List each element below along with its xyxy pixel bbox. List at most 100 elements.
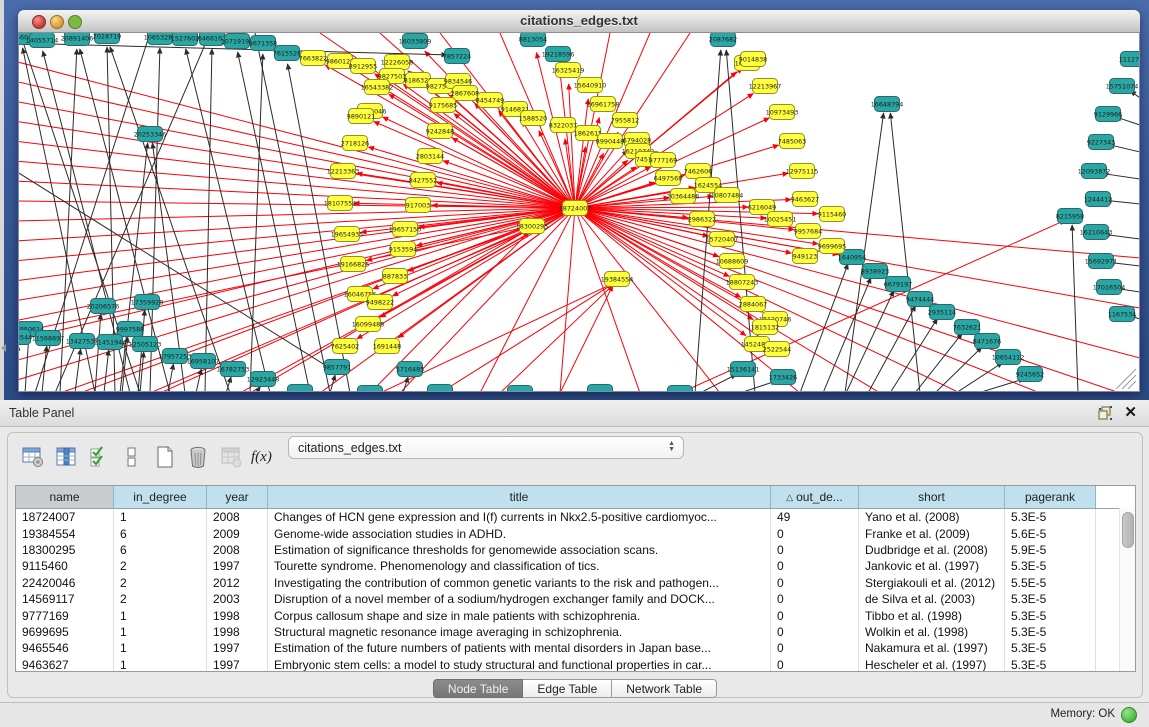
network-node[interactable]: 16961758 bbox=[587, 97, 620, 112]
network-node[interactable]: 1815132 bbox=[751, 320, 779, 335]
network-window[interactable]: citations_edges.txt 15660451405571420891… bbox=[18, 10, 1140, 392]
network-node[interactable]: 7857224 bbox=[443, 49, 471, 64]
network-node[interactable]: 7632621 bbox=[953, 320, 981, 335]
network-node[interactable]: 3913544 bbox=[19, 330, 32, 345]
column-header-in_degree[interactable]: in_degree bbox=[114, 486, 207, 508]
network-node[interactable]: 7663822 bbox=[299, 51, 327, 66]
network-node[interactable]: 20206576 bbox=[87, 299, 120, 314]
network-node[interactable]: 19218596 bbox=[542, 47, 575, 62]
network-node[interactable]: 12923448 bbox=[247, 372, 280, 387]
network-node[interactable]: 887833 bbox=[383, 269, 408, 284]
node-table[interactable]: namein_degreeyeartitle△out_de...shortpag… bbox=[15, 485, 1136, 672]
network-node[interactable]: 8215958 bbox=[1056, 209, 1084, 224]
table-row[interactable]: 1830029562008Estimation of significance … bbox=[16, 542, 1135, 558]
table-row[interactable]: 1872400712008Changes of HCN gene express… bbox=[16, 509, 1135, 525]
column-header-out_de[interactable]: △out_de... bbox=[771, 486, 859, 508]
network-node[interactable]: 1588520 bbox=[519, 111, 547, 126]
tab-edge-table[interactable]: Edge Table bbox=[523, 679, 612, 698]
scrollbar-thumb[interactable] bbox=[1122, 512, 1134, 548]
table-row[interactable]: 946362711997Embryonic stem cells: a mode… bbox=[16, 657, 1135, 672]
network-node[interactable]: 9890121 bbox=[347, 109, 375, 124]
memory-ok-indicator[interactable] bbox=[1121, 707, 1137, 723]
network-node[interactable]: 15720407 bbox=[706, 232, 739, 247]
table-mode-icon[interactable] bbox=[20, 445, 46, 469]
network-node[interactable]: 949123 bbox=[793, 249, 818, 264]
network-node[interactable]: 2884067 bbox=[739, 297, 767, 312]
resize-grip-icon[interactable] bbox=[1116, 369, 1136, 389]
network-node[interactable]: 16325419 bbox=[552, 63, 585, 78]
network-node[interactable]: 9014838 bbox=[739, 52, 767, 67]
network-node[interactable]: 9153594 bbox=[389, 242, 417, 257]
network-node[interactable]: 19384554 bbox=[601, 272, 634, 287]
network-node-hub[interactable]: 18724007 bbox=[559, 201, 592, 216]
network-node[interactable]: 20364486 bbox=[667, 189, 700, 204]
network-node[interactable]: 17359928 bbox=[131, 295, 164, 310]
network-node[interactable]: 2935114 bbox=[928, 305, 956, 320]
network-node[interactable]: 1112734 bbox=[1119, 52, 1139, 67]
network-node[interactable]: 12093872 bbox=[1078, 164, 1111, 179]
network-node[interactable]: 12975115 bbox=[786, 164, 819, 179]
network-node[interactable]: 9777169 bbox=[649, 153, 677, 168]
network-node[interactable]: 16033809 bbox=[399, 34, 432, 49]
delete-table-icon[interactable] bbox=[218, 445, 244, 469]
network-node[interactable]: 8813054 bbox=[519, 33, 547, 47]
network-node[interactable]: 1167534 bbox=[1108, 307, 1136, 322]
float-panel-icon[interactable] bbox=[1098, 406, 1113, 421]
network-graph[interactable]: 1566045140557142089140620287191065328715… bbox=[19, 33, 1139, 391]
network-node[interactable]: 8427552 bbox=[409, 173, 437, 188]
network-node[interactable]: 8990448 bbox=[596, 134, 624, 149]
network-node[interactable]: 15692971 bbox=[1085, 254, 1118, 269]
network-node[interactable]: 9957684 bbox=[794, 224, 822, 239]
network-node[interactable]: 18107554 bbox=[324, 196, 357, 211]
column-header-name[interactable]: name bbox=[16, 486, 114, 508]
network-node[interactable]: 2718126 bbox=[341, 136, 369, 151]
network-node[interactable]: 15136141 bbox=[727, 362, 760, 377]
tab-network-table[interactable]: Network Table bbox=[612, 679, 717, 698]
network-node[interactable]: 2986322 bbox=[688, 212, 716, 227]
network-node[interactable]: 9671358 bbox=[249, 36, 277, 51]
show-columns-icon[interactable] bbox=[53, 445, 79, 469]
table-row[interactable]: 969969511998Structural magnetic resonanc… bbox=[16, 624, 1135, 640]
network-node[interactable]: 9242848 bbox=[426, 124, 454, 139]
network-node[interactable]: 9463627 bbox=[791, 192, 819, 207]
network-node[interactable]: 7485063 bbox=[778, 134, 806, 149]
network-node[interactable]: 16099488 bbox=[352, 317, 385, 332]
column-header-title[interactable]: title bbox=[268, 486, 771, 508]
network-node[interactable]: 19654935 bbox=[331, 227, 364, 242]
network-node[interactable]: 8938923 bbox=[861, 264, 889, 279]
column-header-short[interactable]: short bbox=[859, 486, 1005, 508]
network-node[interactable] bbox=[358, 386, 383, 392]
network-node[interactable]: 12226058 bbox=[381, 55, 414, 70]
network-node[interactable] bbox=[668, 386, 693, 392]
network-node[interactable]: 16543382 bbox=[361, 80, 394, 95]
network-node[interactable]: 2087682 bbox=[709, 33, 737, 47]
network-node[interactable]: 917003 bbox=[406, 198, 431, 213]
network-node[interactable]: 16782753 bbox=[217, 362, 250, 377]
table-row[interactable]: 977716911998Corpus callosum shape and si… bbox=[16, 607, 1135, 623]
network-node[interactable]: 1244412 bbox=[1084, 192, 1112, 207]
function-builder-icon[interactable]: f(x) bbox=[251, 449, 272, 466]
collapse-panel-arrow-icon[interactable] bbox=[1, 344, 6, 352]
network-node[interactable]: 2522544 bbox=[763, 342, 791, 357]
network-node[interactable]: 9498222 bbox=[366, 295, 394, 310]
network-node[interactable] bbox=[428, 385, 453, 392]
network-node[interactable]: 16958107 bbox=[187, 354, 220, 369]
network-node[interactable]: 9115460 bbox=[818, 207, 846, 222]
network-node[interactable]: 12505123 bbox=[129, 337, 162, 352]
network-node[interactable]: 16210643 bbox=[1080, 225, 1113, 240]
network-node[interactable]: 9245652 bbox=[1016, 367, 1044, 382]
table-row[interactable]: 946554611997Estimation of the future num… bbox=[16, 640, 1135, 656]
network-node[interactable]: 12213967 bbox=[749, 79, 782, 94]
table-row[interactable]: 2242004622012Investigating the contribut… bbox=[16, 575, 1135, 591]
table-row[interactable]: 1938455462009Genome-wide association stu… bbox=[16, 525, 1135, 541]
network-window-titlebar[interactable]: citations_edges.txt bbox=[18, 10, 1140, 33]
delete-column-icon[interactable] bbox=[185, 445, 211, 469]
table-select-combobox[interactable]: citations_edges.txt ▲▼ bbox=[288, 436, 684, 459]
network-node[interactable]: 5716485 bbox=[396, 362, 424, 377]
network-node[interactable]: 7462606 bbox=[684, 164, 712, 179]
vertical-scrollbar[interactable] bbox=[1119, 508, 1135, 671]
network-node[interactable]: 1691448 bbox=[373, 339, 401, 354]
network-node[interactable]: 2028719 bbox=[93, 33, 121, 44]
table-row[interactable]: 911546021997Tourette syndrome. Phenomeno… bbox=[16, 558, 1135, 574]
network-node[interactable]: 1527602 bbox=[171, 33, 199, 46]
